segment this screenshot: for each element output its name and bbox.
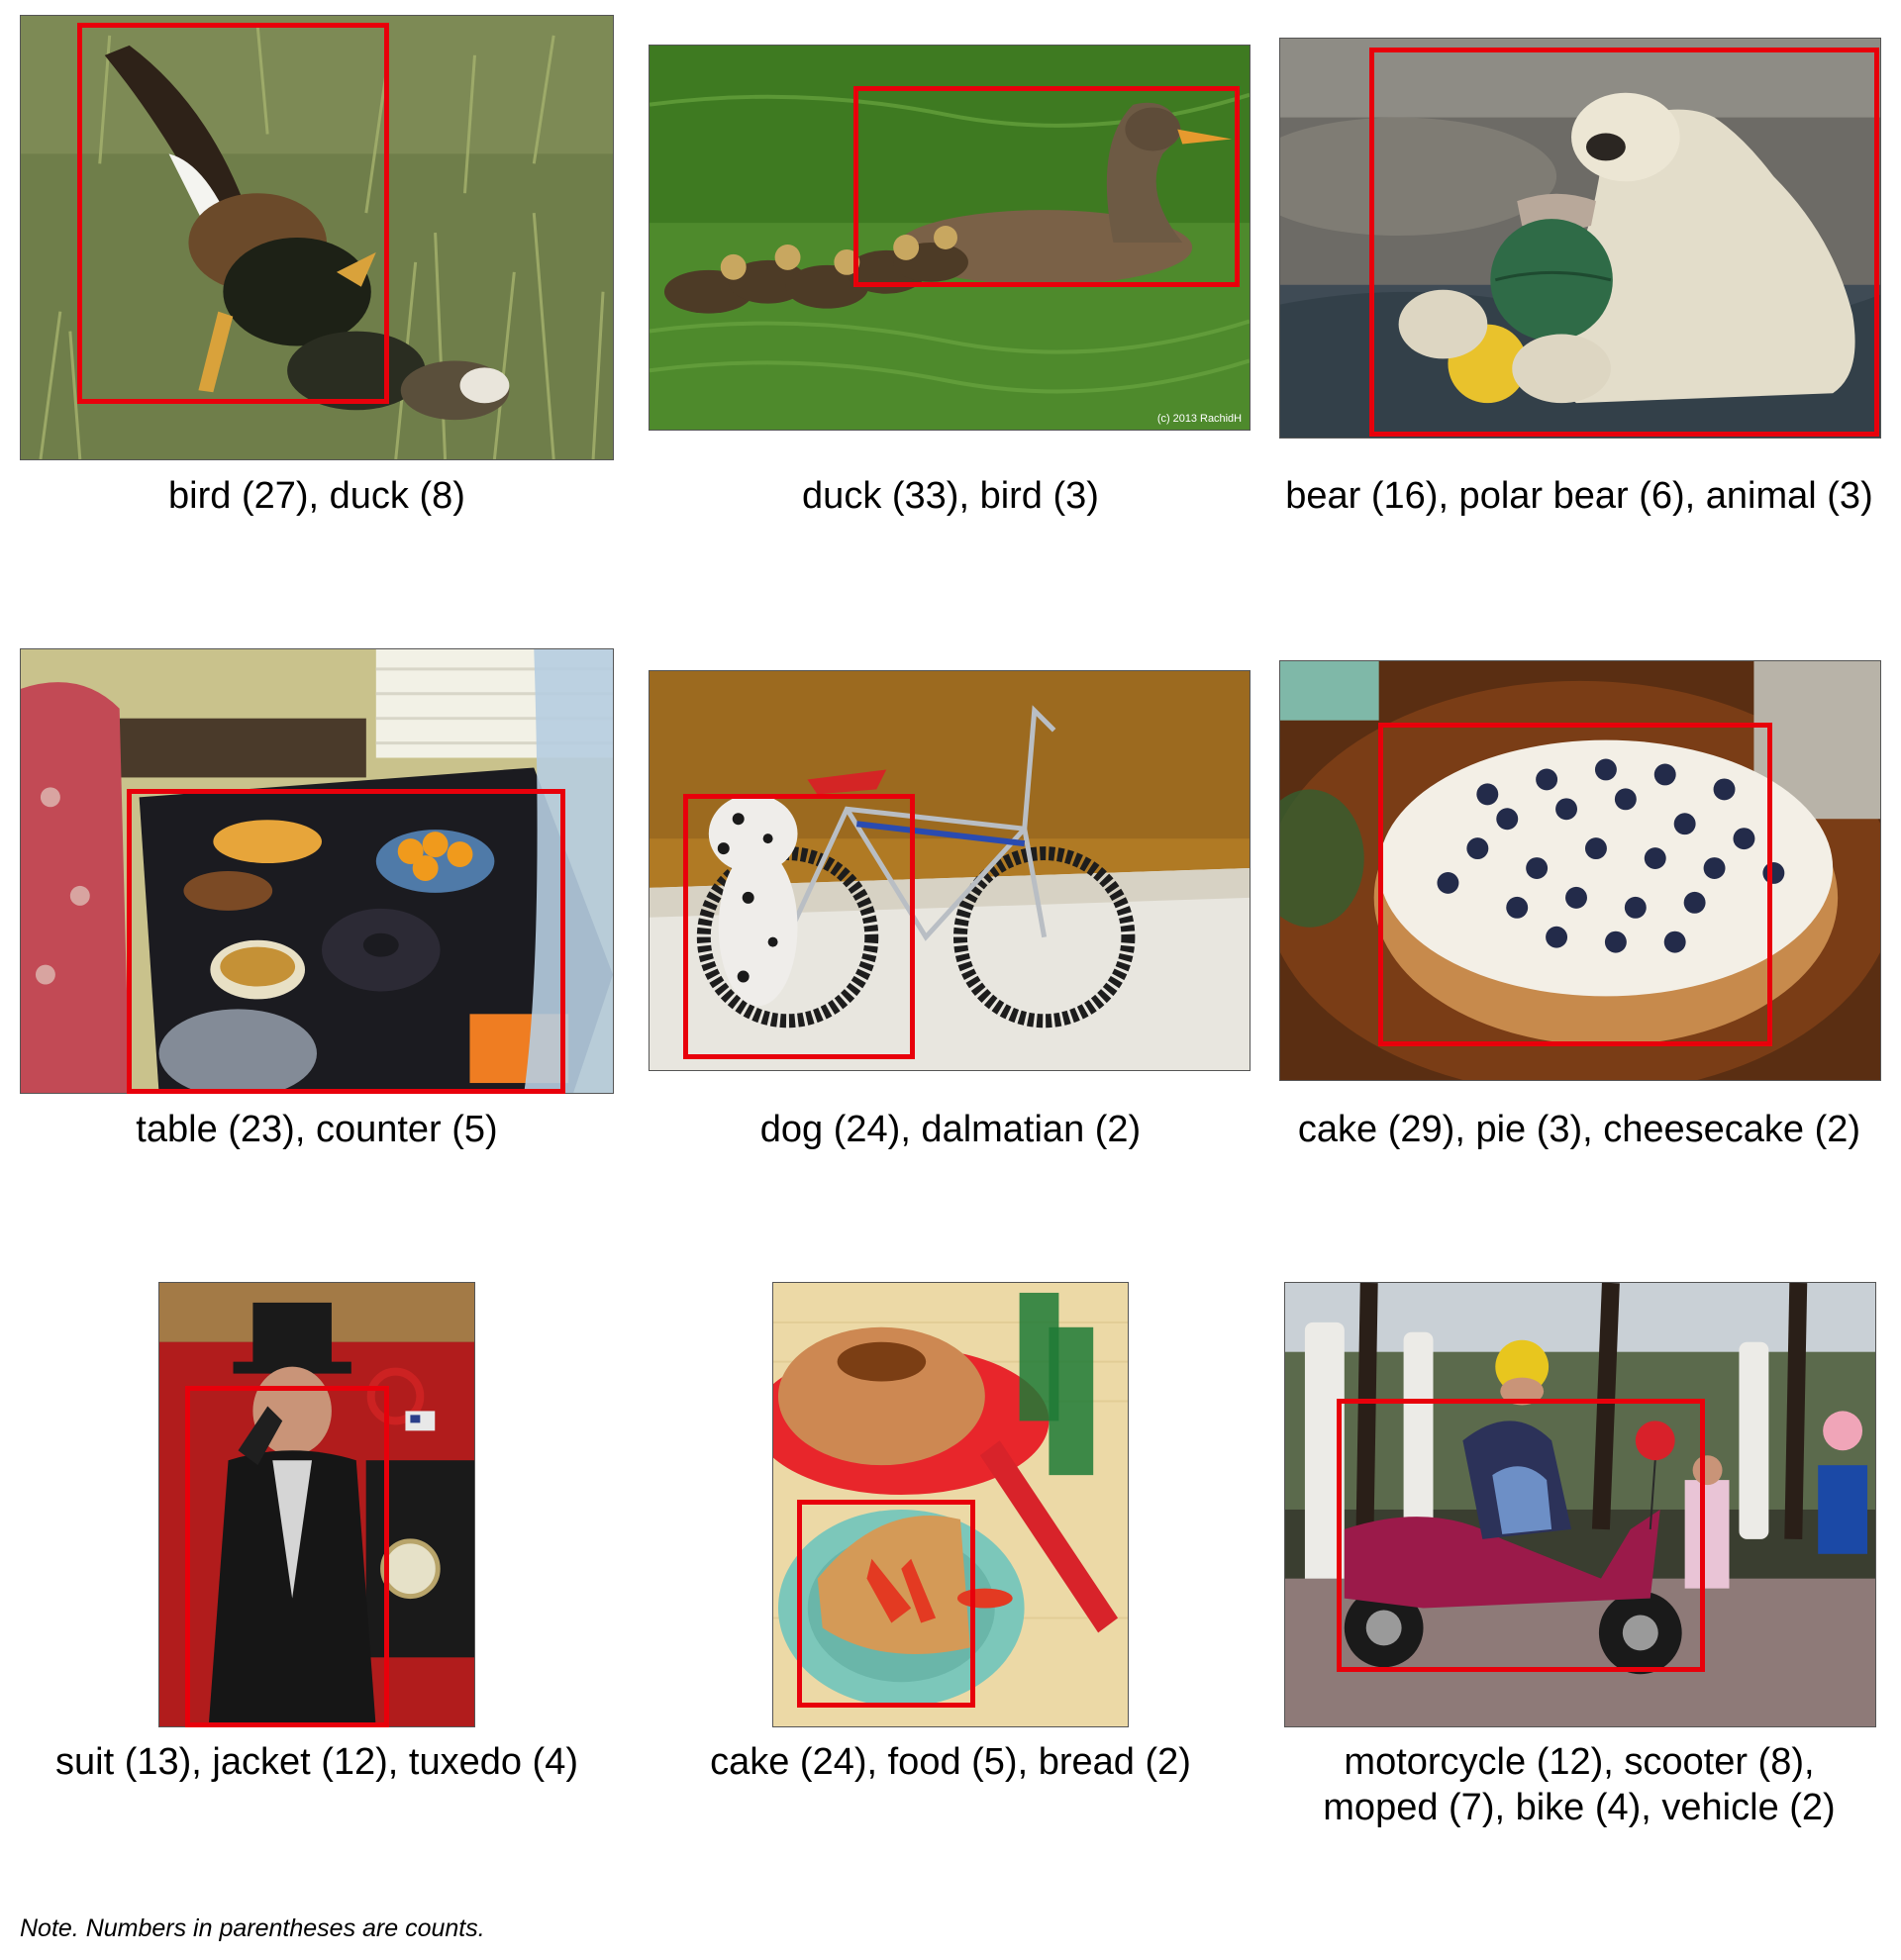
panel-2-bbox xyxy=(853,86,1240,287)
panel-9-bbox xyxy=(1337,1399,1705,1672)
panel-4-caption: table (23), counter (5) xyxy=(136,1109,498,1150)
panel-4-bbox xyxy=(127,789,565,1094)
panel-2-caption: duck (33), bird (3) xyxy=(802,475,1099,517)
panel-7-caption: suit (13), jacket (12), tuxedo (4) xyxy=(55,1741,578,1783)
panel-5-caption: dog (24), dalmatian (2) xyxy=(759,1109,1142,1150)
footnote: Note. Numbers in parentheses are counts. xyxy=(20,1914,485,1942)
panel-6-caption: cake (29), pie (3), cheesecake (2) xyxy=(1297,1109,1861,1150)
panel-3-bbox xyxy=(1369,48,1879,437)
panel-6-bbox xyxy=(1378,723,1772,1046)
panel-8-caption: cake (24), food (5), bread (2) xyxy=(710,1741,1191,1783)
photo-watermark: (c) 2013 RachidH xyxy=(1157,413,1242,425)
panel-9-caption: motorcycle (12), scooter (8), moped (7),… xyxy=(1257,1739,1901,1830)
panel-1-bbox xyxy=(77,23,389,404)
panel-5-bbox xyxy=(683,794,915,1059)
panel-3-caption: bear (16), polar bear (6), animal (3) xyxy=(1285,475,1873,517)
panel-8-bbox xyxy=(797,1500,975,1708)
panel-7-bbox xyxy=(185,1386,389,1727)
panel-9-caption-line-1: motorcycle (12), scooter (8), xyxy=(1344,1741,1815,1783)
panel-9-caption-line-2: moped (7), bike (4), vehicle (2) xyxy=(1323,1787,1836,1828)
panel-1-caption: bird (27), duck (8) xyxy=(168,475,465,517)
